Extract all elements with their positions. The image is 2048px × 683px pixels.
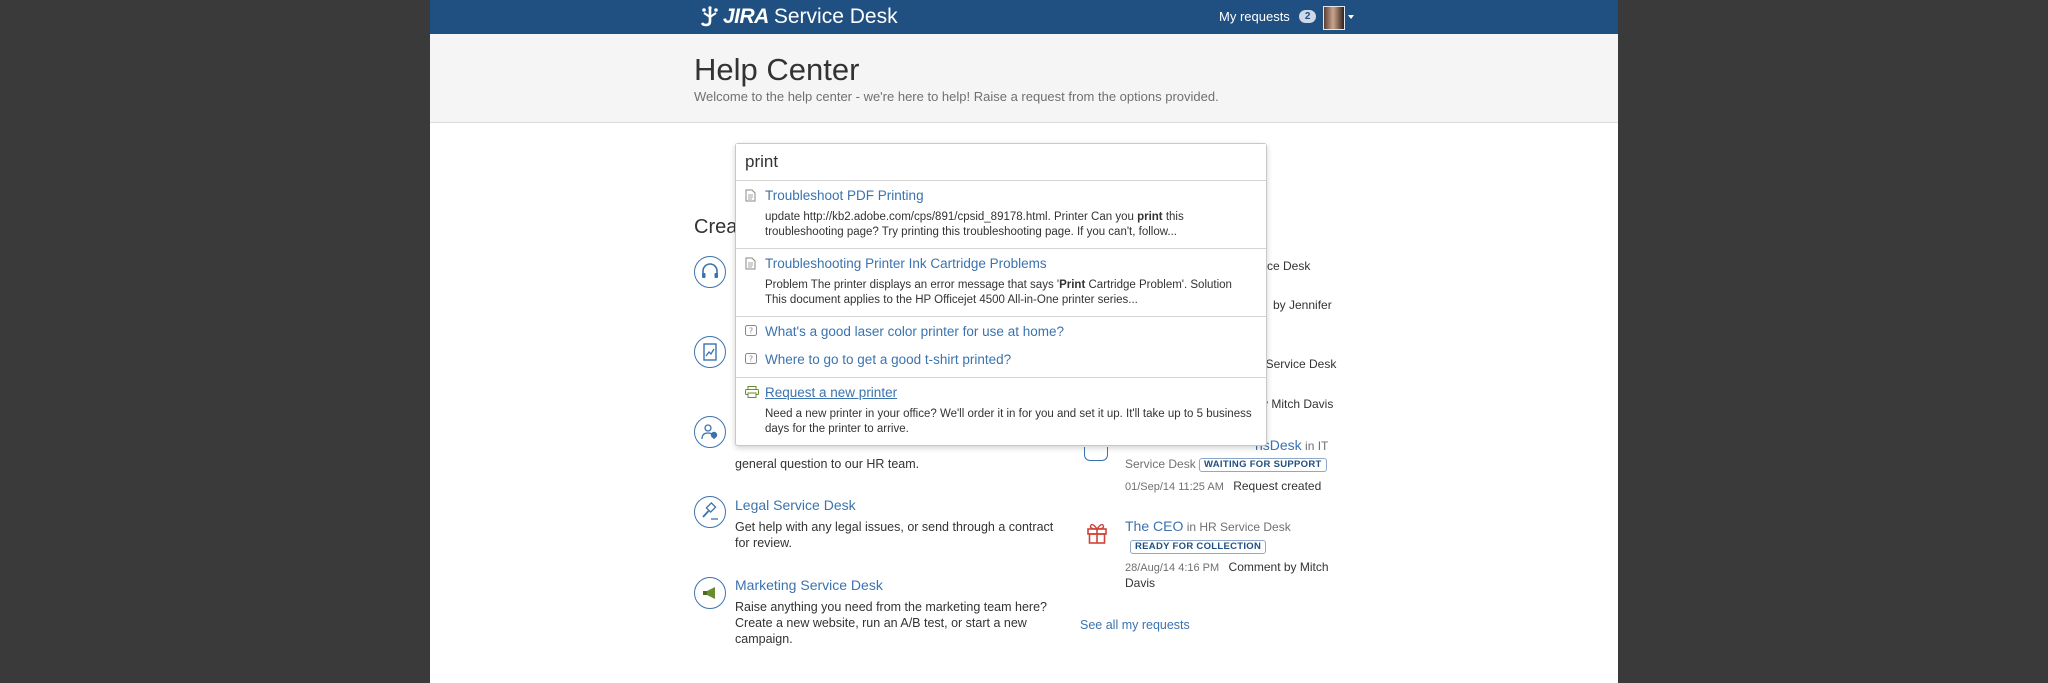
search-result-request-type[interactable]: Request a new printer Need a new printer… [736,378,1266,445]
jira-logo-icon [700,6,718,27]
see-all-requests-link[interactable]: See all my requests [1080,618,1190,632]
printer-icon [745,386,759,398]
request-4-activity-cont: Davis [1125,576,1156,590]
hr-service-description: general question to our HR team. [735,457,920,471]
gavel-icon[interactable] [694,496,726,528]
search-result-title[interactable]: Troubleshooting Printer Ink Cartridge Pr… [765,249,1266,272]
document-icon [745,189,756,202]
page-title: Help Center [694,52,860,87]
request-4-in: in HR Service Desk [1186,520,1291,534]
my-requests-label: My requests [1219,9,1290,24]
people-icon[interactable] [694,416,726,448]
search-result-excerpt: Problem The printer displays an error me… [765,279,1232,306]
search-result-excerpt: update http://kb2.adobe.com/cps/891/cpsi… [765,211,1184,238]
search-result-title[interactable]: What's a good laser color printer for us… [765,317,1266,340]
marketing-service-desk-link[interactable]: Marketing Service Desk [735,577,883,593]
question-icon: ? [745,325,757,336]
request-3-activity: Request created [1233,479,1322,493]
search-result-excerpt: Need a new printer in your office? We'll… [765,408,1252,435]
request-4-title[interactable]: The CEO [1125,518,1183,534]
jira-service-desk-logo[interactable]: JIRA Service Desk [700,4,898,30]
logo-brand-text: JIRA [723,5,769,28]
request-3-in: in IT [1305,439,1329,453]
search-result-article[interactable]: Troubleshoot PDF Printing update http://… [736,181,1266,249]
search-result-title[interactable]: Request a new printer [765,378,1266,401]
my-requests-link[interactable]: My requests 2 [1219,9,1317,24]
question-request-icon [1084,447,1108,461]
user-avatar[interactable] [1323,6,1345,30]
status-badge: WAITING FOR SUPPORT [1199,458,1327,472]
search-result-article[interactable]: Troubleshooting Printer Ink Cartridge Pr… [736,249,1266,317]
request-2-project: ' Service Desk [1260,357,1337,371]
user-menu-caret-icon[interactable] [1348,15,1354,19]
search-dropdown: Troubleshoot PDF Printing update http://… [735,143,1267,446]
status-badge: READY FOR COLLECTION [1130,540,1267,554]
search-result-title[interactable]: Troubleshoot PDF Printing [765,181,1266,204]
svg-text:?: ? [749,327,753,336]
help-center-header: Help Center Welcome to the help center -… [430,34,1618,123]
legal-service-desk-link[interactable]: Legal Service Desk [735,497,856,513]
search-input[interactable] [736,144,1266,181]
top-navigation-bar: JIRA Service Desk My requests 2 [430,0,1618,34]
request-3-date: 01/Sep/14 11:25 AM [1125,481,1224,493]
question-icon: ? [745,353,757,364]
svg-text:?: ? [749,355,753,364]
marketing-service-description: Raise anything you need from the marketi… [735,600,1047,646]
request-3-project: Service Desk [1125,457,1196,471]
logo-product-text: Service Desk [773,5,898,28]
request-4-activity: Comment by Mitch [1228,560,1329,574]
document-chart-icon[interactable] [694,336,726,368]
request-1-activity: by Jennifer [1273,298,1332,312]
help-center-page: JIRA Service Desk My requests 2 Help Cen… [430,0,1618,683]
request-2-activity: y Mitch Davis [1262,397,1334,411]
document-icon [745,257,756,270]
legal-service-description: Get help with any legal issues, or send … [735,520,1054,550]
search-result-title[interactable]: Where to go to get a good t-shirt printe… [765,345,1266,368]
create-request-heading: Crea [694,216,738,238]
my-requests-count-badge: 2 [1298,10,1317,23]
search-result-question[interactable]: ? Where to go to get a good t-shirt prin… [736,345,1266,378]
megaphone-icon[interactable] [694,577,726,609]
request-4-date: 28/Aug/14 4:16 PM [1125,562,1220,574]
request-1-project: ce Desk [1267,259,1311,273]
page-subtitle: Welcome to the help center - we're here … [694,89,1219,104]
search-result-question[interactable]: ? What's a good laser color printer for … [736,317,1266,345]
headset-icon[interactable] [694,256,726,288]
gift-icon [1087,523,1107,544]
